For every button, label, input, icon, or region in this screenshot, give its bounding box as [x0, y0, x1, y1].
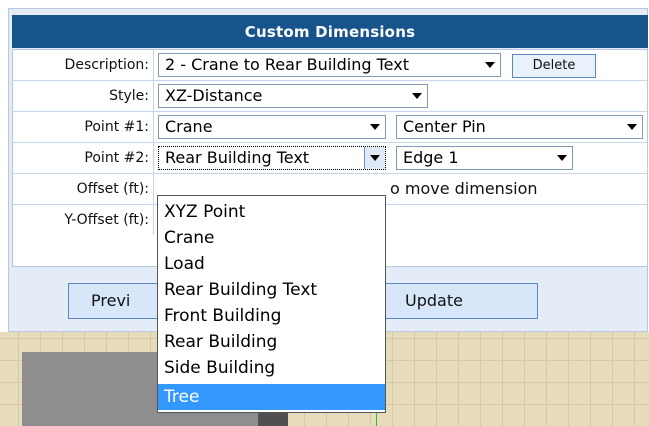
style-select[interactable]: XZ-Distance: [158, 84, 428, 108]
dropdown-option[interactable]: Load: [158, 252, 385, 276]
description-value: 2 - Crane to Rear Building Text: [165, 55, 409, 74]
y-offset-label: Y-Offset (ft):: [13, 205, 154, 235]
dropdown-option[interactable]: Front Building: [158, 304, 385, 328]
point1-row: Point #1: Crane Center Pin: [13, 112, 647, 143]
offset-hint: o move dimension: [390, 179, 538, 198]
style-row: Style: XZ-Distance: [13, 81, 647, 112]
dropdown-option[interactable]: XYZ Point: [158, 200, 385, 224]
dropdown-option[interactable]: Side Building: [158, 356, 385, 380]
chevron-down-icon: [364, 147, 385, 169]
description-row: Description: 2 - Crane to Rear Building …: [13, 50, 647, 81]
point2-object-select[interactable]: Rear Building Text: [158, 146, 386, 170]
update-button[interactable]: Update: [382, 283, 538, 319]
delete-button[interactable]: Delete: [512, 54, 596, 78]
chevron-down-icon: [480, 54, 500, 76]
style-value: XZ-Distance: [165, 86, 263, 105]
point2-row: Point #2: Rear Building Text Edge 1: [13, 143, 647, 174]
point1-point-value: Center Pin: [403, 117, 486, 136]
point1-label: Point #1:: [13, 112, 154, 142]
dropdown-option[interactable]: Rear Building: [158, 330, 385, 354]
dropdown-option-highlighted[interactable]: Tree: [158, 384, 385, 410]
point2-point-value: Edge 1: [403, 148, 459, 167]
point1-object-value: Crane: [165, 117, 213, 136]
dropdown-option[interactable]: Rear Building Text: [158, 278, 385, 302]
style-label: Style:: [13, 81, 154, 111]
description-label: Description:: [13, 50, 154, 80]
chevron-down-icon: [622, 116, 642, 138]
point1-object-select[interactable]: Crane: [158, 115, 386, 139]
point2-label: Point #2:: [13, 143, 154, 173]
point2-object-value: Rear Building Text: [165, 148, 310, 167]
point2-point-select[interactable]: Edge 1: [396, 146, 573, 170]
chevron-down-icon: [407, 85, 427, 107]
panel-title: Custom Dimensions: [12, 15, 648, 48]
point2-object-dropdown-list: XYZ Point Crane Load Rear Building Text …: [157, 195, 386, 413]
dropdown-option[interactable]: Crane: [158, 226, 385, 250]
chevron-down-icon: [365, 116, 385, 138]
point1-point-select[interactable]: Center Pin: [396, 115, 643, 139]
description-select[interactable]: 2 - Crane to Rear Building Text: [158, 53, 501, 77]
chevron-down-icon: [552, 147, 572, 169]
offset-label: Offset (ft):: [13, 174, 154, 204]
